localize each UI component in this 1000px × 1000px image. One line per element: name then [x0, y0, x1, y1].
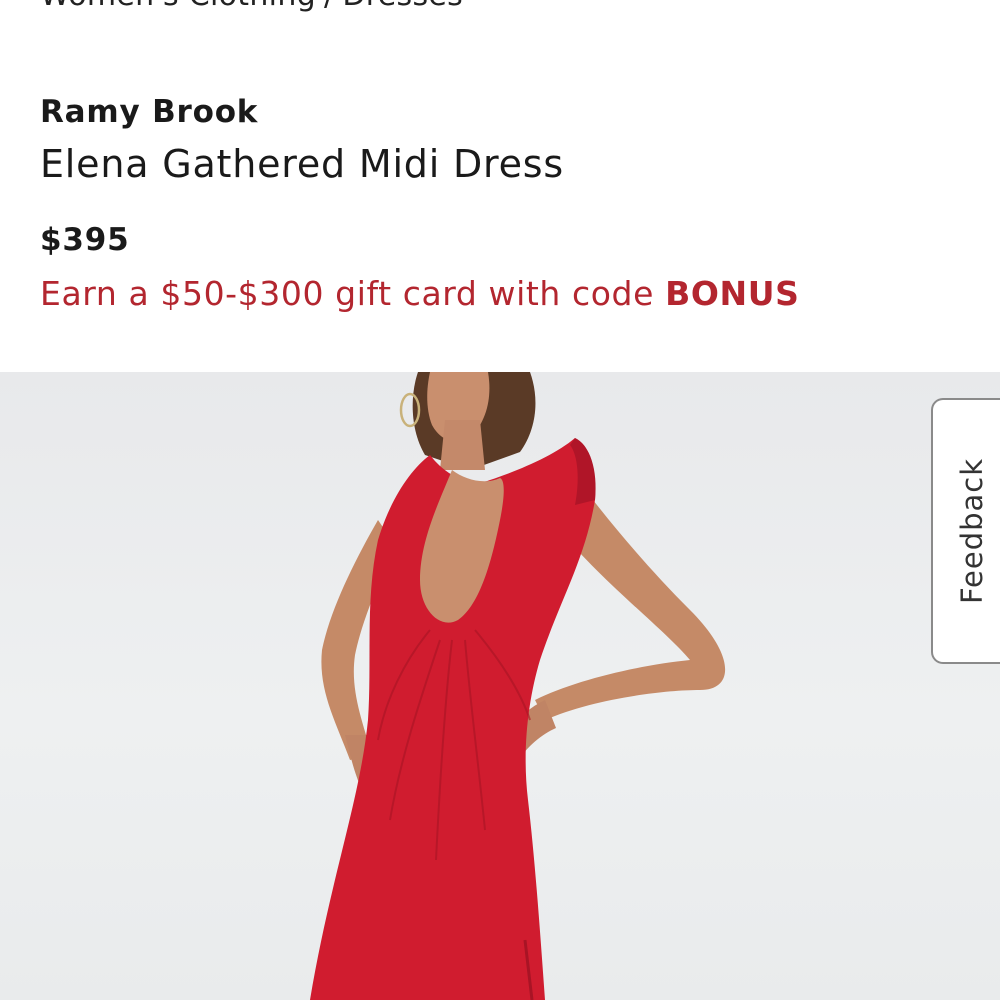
promo-text: Earn a $50-$300 gift card with code [40, 274, 655, 313]
product-price: $395 [40, 222, 130, 258]
breadcrumb-link-womens-clothing[interactable]: Women's Clothing [40, 0, 316, 13]
breadcrumb-link-dresses[interactable]: Dresses [342, 0, 463, 13]
feedback-button[interactable]: Feedback [931, 398, 1000, 664]
product-brand[interactable]: Ramy Brook [40, 94, 258, 130]
promo-message: Earn a $50-$300 gift card with code BONU… [40, 274, 800, 313]
feedback-label: Feedback [955, 457, 989, 605]
breadcrumb: Women's Clothing/Dresses [40, 0, 463, 13]
product-image[interactable] [0, 372, 1000, 1000]
product-title: Elena Gathered Midi Dress [40, 142, 564, 186]
breadcrumb-separator: / [316, 0, 342, 13]
promo-code: BONUS [665, 274, 800, 313]
product-image-illustration [310, 372, 726, 1000]
